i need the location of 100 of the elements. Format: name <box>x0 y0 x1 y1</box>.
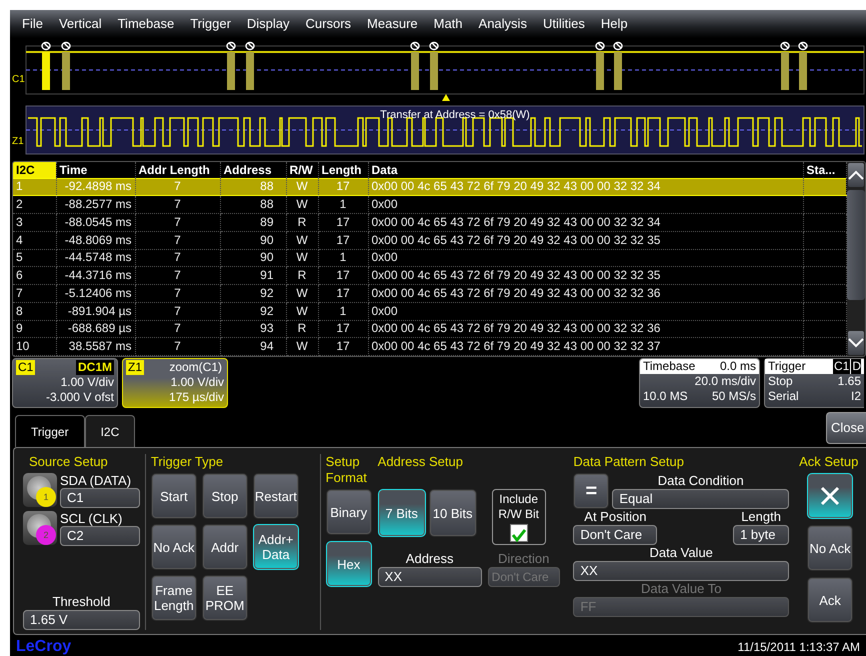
column-header[interactable]: Addr Length <box>135 162 220 178</box>
table-cell: 9 <box>13 320 56 338</box>
menu-item[interactable]: Cursors <box>298 14 360 34</box>
table-row[interactable]: 7 -5.12406 ms 7 92 W 17 0x00 00 4c 65 43 72 6f 79 20 49 32 43 00 00 32 32 36 <box>13 284 846 302</box>
input-field[interactable]: C1 <box>60 488 140 508</box>
option-button[interactable]: Stop <box>202 473 248 519</box>
table-cell: W <box>286 302 318 320</box>
menu-item[interactable]: Measure <box>359 14 426 34</box>
column-header[interactable]: Length <box>318 162 368 178</box>
table-cell: 0x00 00 4c 65 43 72 6f 79 20 49 32 43 00 00 32 32 34 <box>368 178 803 196</box>
tab[interactable]: I2C <box>84 415 136 447</box>
table-row[interactable]: 2 -88.2577 ms 7 88 W 1 0x00 <box>13 196 846 214</box>
menu-item[interactable]: Display <box>238 14 298 34</box>
descriptor-value: Stop <box>768 374 793 389</box>
option-button[interactable]: No Ack <box>807 525 854 571</box>
column-header[interactable]: I2C <box>13 162 56 178</box>
descriptor-value: 50 MS/s <box>712 389 756 404</box>
cancel-button[interactable] <box>807 473 854 519</box>
input-field[interactable]: Equal <box>612 489 790 509</box>
option-button[interactable]: Start <box>150 473 197 519</box>
section-title: Setup Format <box>326 454 366 486</box>
start-marker-icon <box>613 42 623 50</box>
trigger-descriptor[interactable]: Trigger C1 D Stop 1.65 Serial I2 <box>764 358 864 408</box>
channel-descriptor[interactable]: C1 DC1M 1.00 V/div -3.000 V ofst <box>12 358 118 408</box>
field-label: Data Value To <box>640 581 722 597</box>
table-cell: R <box>286 266 318 284</box>
channel-knob-icon[interactable]: 1 <box>23 473 57 507</box>
table-row[interactable]: 4 -48.8069 ms 7 90 W 17 0x00 00 4c 65 43 72 6f 79 20 49 32 43 00 00 32 32 35 <box>13 231 846 249</box>
timebase-descriptor[interactable]: Timebase 0.0 ms 20.0 ms/div 10.0 MS 50 MS/s <box>639 358 760 408</box>
column-header[interactable]: Sta... <box>803 162 846 178</box>
start-marker-icon <box>595 42 605 50</box>
input-field[interactable]: XX <box>573 561 790 581</box>
column-header[interactable]: Data <box>368 162 803 178</box>
option-button[interactable]: Hex <box>326 541 372 587</box>
table-row[interactable]: 5 -44.5748 ms 7 90 W 1 0x00 <box>13 249 846 267</box>
table-cell: -891.904 µs <box>56 302 135 320</box>
input-field[interactable]: 1 byte <box>733 525 790 545</box>
field-label: Data Condition <box>656 473 745 489</box>
option-button[interactable]: Ack <box>807 577 854 623</box>
table-cell: 0x00 00 4c 65 43 72 6f 79 20 49 32 43 00 00 32 32 35 <box>368 231 803 249</box>
channel-number-badge: 1 <box>36 487 56 507</box>
channel-descriptor[interactable]: Z1 zoom(C1) 1.00 V/div 175 µs/div <box>122 358 228 408</box>
option-button[interactable]: EE PROM <box>202 575 248 621</box>
table-cell: 0x00 00 4c 65 43 72 6f 79 20 49 32 43 00 00 32 32 35 <box>368 266 803 284</box>
menu-item[interactable]: Math <box>426 14 471 34</box>
menu-item[interactable]: Vertical <box>50 14 110 34</box>
table-row[interactable]: 3 -88.0545 ms 7 89 R 17 0x00 00 4c 65 43 72 6f 79 20 49 32 43 00 00 32 32 34 <box>13 214 846 232</box>
menu-item[interactable]: Analysis <box>470 14 535 34</box>
column-header[interactable]: Time <box>56 162 135 178</box>
table-cell: 17 <box>318 266 368 284</box>
option-button[interactable]: No Ack <box>150 524 197 570</box>
channel-badge: C1 <box>16 360 36 375</box>
column-header[interactable]: Address <box>220 162 286 178</box>
descriptor-title: Timebase <box>643 359 696 374</box>
table-cell: 1 <box>318 249 368 267</box>
table-cell: 0x00 00 4c 65 43 72 6f 79 20 49 32 43 00 00 32 32 34 <box>368 214 803 232</box>
table-cell: 5 <box>13 249 56 267</box>
option-button[interactable]: 7 Bits <box>378 489 426 537</box>
table-row[interactable]: 8 -891.904 µs 7 92 W 1 0x00 <box>13 302 846 320</box>
table-row[interactable]: 10 38.5587 ms 7 94 W 17 0x00 00 4c 65 43 72 6f 79 20 49 32 43 00 00 32 32 37 <box>13 338 846 356</box>
descriptor-value: -3.000 V ofst <box>44 390 114 405</box>
condition-button[interactable]: = <box>573 473 610 509</box>
table-cell: 17 <box>318 214 368 232</box>
channel-badge: C1 <box>832 359 850 374</box>
start-marker-icon <box>226 42 236 50</box>
option-button[interactable]: Binary <box>326 489 372 535</box>
option-button[interactable]: 10 Bits <box>428 489 477 537</box>
table-cell: 93 <box>220 320 286 338</box>
option-button[interactable]: Frame Length <box>150 575 197 621</box>
menu-item[interactable]: Utilities <box>534 14 593 34</box>
option-button[interactable]: Restart <box>252 473 299 519</box>
option-button[interactable]: Addr+ Data <box>252 524 299 570</box>
table-cell: 17 <box>318 284 368 302</box>
menu-item[interactable]: Timebase <box>110 14 182 34</box>
input-field[interactable]: Don't Care <box>573 525 658 545</box>
scroll-down-button[interactable] <box>846 330 865 356</box>
section-title: Ack Setup <box>799 454 860 470</box>
close-button[interactable]: Close <box>826 412 866 444</box>
scrollbar-thumb[interactable] <box>846 190 865 300</box>
table-cell: -688.689 µs <box>56 320 135 338</box>
table-cell: 2 <box>13 196 56 214</box>
option-button[interactable]: Addr <box>202 524 248 570</box>
table-cell: 10 <box>13 338 56 356</box>
table-cell: 1 <box>13 178 56 196</box>
start-marker-icon <box>780 42 790 50</box>
table-cell: 0x00 <box>368 302 803 320</box>
scroll-up-button[interactable] <box>846 162 865 188</box>
table-row[interactable]: 6 -44.3716 ms 7 91 R 17 0x00 00 4c 65 43 72 6f 79 20 49 32 43 00 00 32 32 35 <box>13 266 846 284</box>
descriptor-value: Serial <box>768 389 799 404</box>
input-field[interactable]: C2 <box>60 526 140 546</box>
checkbox[interactable] <box>510 524 528 542</box>
input-field[interactable]: 1.65 V <box>23 610 140 630</box>
table-cell: 4 <box>13 231 56 249</box>
menu-item[interactable]: Help <box>592 14 636 34</box>
column-header[interactable]: R/W <box>286 162 318 178</box>
input-field[interactable]: XX <box>378 567 482 587</box>
table-row[interactable]: 9 -688.689 µs 7 93 R 17 0x00 00 4c 65 43 72 6f 79 20 49 32 43 00 00 32 32 36 <box>13 320 846 338</box>
menu-item[interactable]: Trigger <box>182 14 239 34</box>
tab[interactable]: Trigger <box>15 415 85 447</box>
menu-item[interactable]: File <box>14 14 51 34</box>
